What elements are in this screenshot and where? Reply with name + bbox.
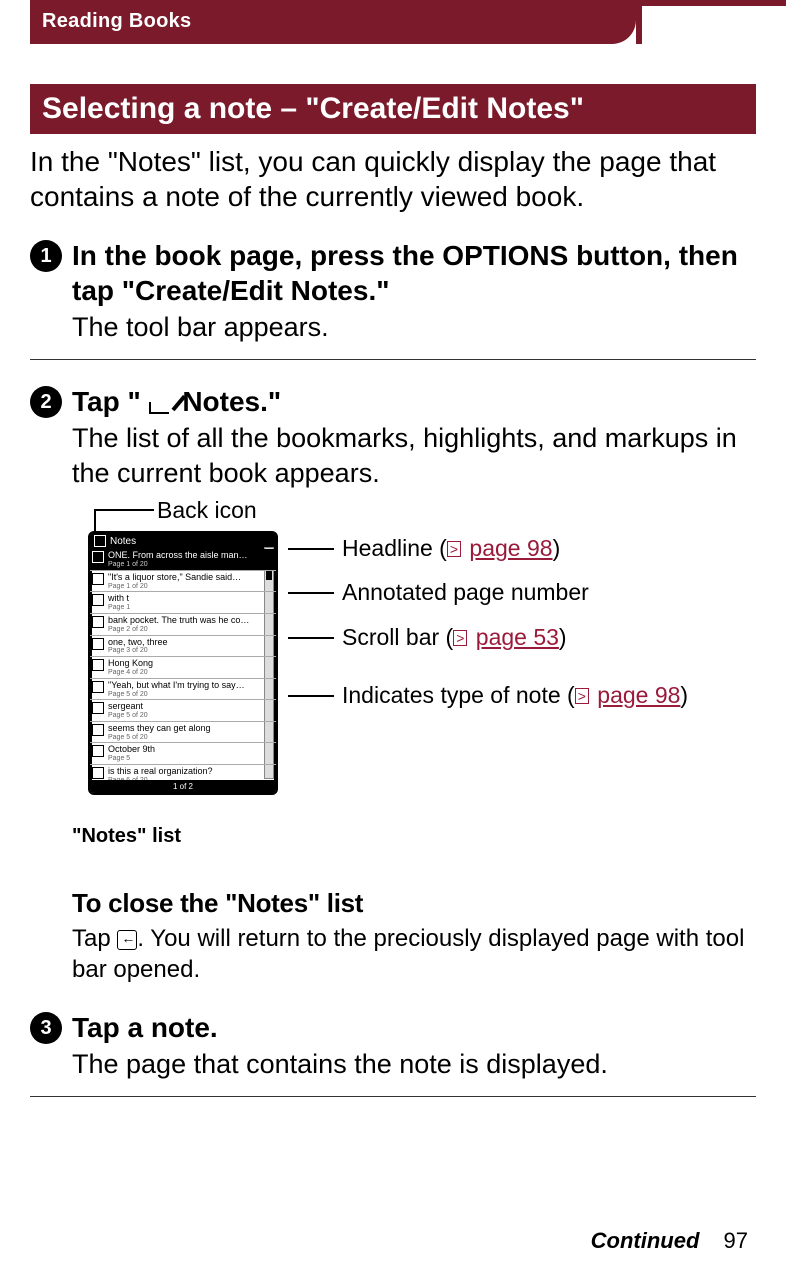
header-accent-bar [636, 0, 786, 6]
close-text-pre: Tap [72, 925, 117, 952]
note-type-icon [92, 681, 104, 693]
step-number-badge: 1 [30, 240, 62, 272]
pen-note-icon [149, 392, 175, 414]
page-link[interactable]: page 53 [476, 624, 559, 650]
step-desc: The tool bar appears. [72, 310, 756, 345]
callout-note-type: Indicates type of note (> page 98) [288, 682, 688, 710]
intro-paragraph: In the "Notes" list, you can quickly dis… [30, 144, 756, 214]
note-type-icon [92, 745, 104, 757]
callout-text-post: ) [553, 535, 561, 561]
callout-text-post: ) [559, 624, 567, 650]
list-item: "It's a liquor store," Sandie said…Page … [90, 571, 276, 593]
device-title: Notes [110, 536, 136, 547]
note-type-icon [92, 724, 104, 736]
step-1: 1 In the book page, press the OPTIONS bu… [30, 238, 756, 360]
callout-text: Indicates type of note ( [342, 682, 575, 708]
step-number-badge: 2 [30, 386, 62, 418]
step-title-pre: Tap " [72, 386, 141, 417]
chapter-title: Reading Books [30, 0, 636, 33]
page-ref-icon: > [453, 630, 467, 646]
back-icon-label: Back icon [157, 497, 257, 524]
note-type-icon [92, 573, 104, 585]
back-icon [117, 930, 137, 950]
figure-caption: "Notes" list [72, 825, 756, 848]
list-item: October 9thPage 5 [90, 743, 276, 765]
step-2: 2 Tap " Notes." The list of all the book… [30, 384, 756, 986]
back-icon [94, 535, 106, 547]
note-type-icon [92, 659, 104, 671]
list-item: "Yeah, but what I'm trying to say…Page 5… [90, 679, 276, 701]
callout-annotated: Annotated page number [288, 579, 688, 607]
note-type-icon [92, 551, 104, 563]
device-footer: 1 of 2 [90, 780, 276, 793]
list-item: sergeantPage 5 of 20 [90, 700, 276, 722]
list-item: seems they can get alongPage 5 of 20 [90, 722, 276, 744]
step-desc: The list of all the bookmarks, highlight… [72, 421, 756, 491]
device-list: ONE. From across the aisle man…Page 1 of… [90, 549, 276, 795]
callout-text: Annotated page number [342, 579, 589, 607]
callout-headline: Headline (> page 98) [288, 535, 688, 563]
close-notes-text: Tap . You will return to the preciously … [72, 923, 756, 985]
step-title-post: Notes." [182, 386, 281, 417]
step-3: 3 Tap a note. The page that contains the… [30, 1010, 756, 1097]
callout-scrollbar: Scroll bar (> page 53) [288, 624, 688, 652]
step-title: Tap " Notes." [72, 384, 756, 419]
continued-label: Continued [591, 1228, 700, 1253]
close-notes-heading: To close the "Notes" list [72, 888, 756, 919]
callout-leader [288, 592, 334, 594]
list-item: bank pocket. The truth was he co…Page 2 … [90, 614, 276, 636]
page-ref-icon: > [447, 541, 461, 557]
figure-callouts: Headline (> page 98) Annotated page numb… [288, 535, 688, 725]
page-number: 97 [724, 1228, 748, 1253]
close-text-post: . You will return to the preciously disp… [72, 925, 744, 983]
device-mockup: Notes ONE. From across the aisle man…Pag… [88, 531, 278, 795]
page-link[interactable]: page 98 [597, 682, 680, 708]
step-desc: The page that contains the note is displ… [72, 1047, 756, 1082]
note-type-icon [92, 616, 104, 628]
note-type-icon [92, 594, 104, 606]
note-type-icon [92, 638, 104, 650]
notes-list-figure: Back icon Notes ONE. From across the ais… [72, 505, 756, 825]
device-titlebar: Notes [90, 533, 276, 549]
page-link[interactable]: page 98 [469, 535, 552, 561]
callout-leader [288, 637, 334, 639]
step-title: Tap a note. [72, 1010, 756, 1045]
callout-leader [288, 695, 334, 697]
chapter-tab: Reading Books [30, 0, 636, 44]
list-item: Hong KongPage 4 of 20 [90, 657, 276, 679]
callout-leader-back [94, 509, 154, 531]
note-type-icon [92, 702, 104, 714]
step-title: In the book page, press the OPTIONS butt… [72, 238, 756, 308]
step-number-badge: 3 [30, 1012, 62, 1044]
note-type-icon [92, 767, 104, 779]
callout-text: Headline ( [342, 535, 447, 561]
list-item: one, two, threePage 3 of 20 [90, 636, 276, 658]
list-item: ONE. From across the aisle man…Page 1 of… [90, 549, 276, 571]
page-ref-icon: > [575, 688, 589, 704]
section-title: Selecting a note – "Create/Edit Notes" [30, 84, 756, 134]
callout-text: Scroll bar ( [342, 624, 453, 650]
callout-leader [288, 548, 334, 550]
page-footer: Continued 97 [591, 1228, 748, 1254]
callout-text-post: ) [680, 682, 688, 708]
list-item: with tPage 1 [90, 592, 276, 614]
